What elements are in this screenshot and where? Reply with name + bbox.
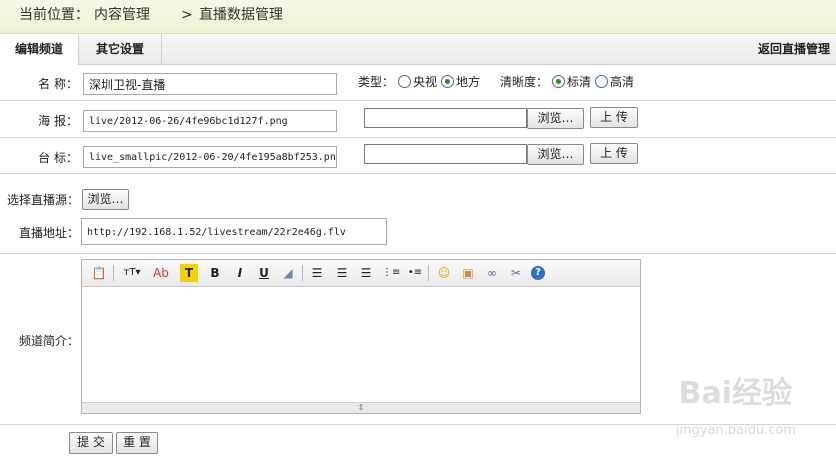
logo-path-field[interactable]: live_smallpic/2012-06-20/4fe195a8bf253.p…: [83, 146, 337, 168]
logo-label: 台 标：: [38, 151, 78, 165]
tab-other-settings[interactable]: 其它设置: [79, 34, 162, 64]
highlight-icon[interactable]: T: [180, 264, 198, 282]
type-radio-local[interactable]: [441, 75, 455, 88]
back-to-live-management-link[interactable]: 返回直播管理: [758, 34, 830, 64]
quality-radio-group: 清晰度： 标清 高清: [500, 73, 634, 90]
align-left-icon[interactable]: ☰: [308, 264, 326, 282]
name-label: 名 称：: [38, 77, 78, 91]
poster-label: 海 报：: [38, 114, 78, 128]
help-icon[interactable]: ?: [531, 266, 545, 280]
quality-option-hd: 高清: [610, 75, 635, 89]
emoticon-icon[interactable]: ☺: [435, 264, 453, 282]
poster-browse-button[interactable]: 浏览…: [527, 108, 584, 129]
underline-icon[interactable]: U: [255, 264, 273, 282]
poster-path-field[interactable]: live/2012-06-26/4fe96bc1d127f.png: [83, 110, 337, 132]
logo-file-input[interactable]: [364, 144, 527, 164]
breadcrumb-page: 直播数据管理: [199, 7, 283, 23]
eraser-icon[interactable]: ◢: [279, 264, 297, 282]
source-label: 选择直播源：: [6, 193, 79, 207]
logo-upload-button[interactable]: 上 传: [590, 143, 638, 164]
quality-option-sd: 标清: [567, 75, 592, 89]
url-label: 直播地址：: [18, 226, 79, 240]
link-icon[interactable]: ∞: [483, 264, 501, 282]
divider: [0, 253, 836, 254]
name-field[interactable]: 深圳卫视-直播: [83, 73, 337, 95]
source-browse-button[interactable]: 浏览…: [82, 189, 129, 210]
rich-text-editor[interactable]: 📋 тT▾ Ab T B I U ◢ ☰ ☰ ☰ ⋮≡ •≡ ☺ ▣ ∞ ✂ ?…: [81, 259, 641, 414]
type-option-cctv: 央视: [413, 75, 438, 89]
breadcrumb-section[interactable]: 内容管理: [94, 0, 150, 31]
breadcrumb: 当前位置： 内容管理 > 直播数据管理: [0, 0, 836, 34]
unlink-icon[interactable]: ✂: [507, 264, 525, 282]
watermark-url: jingyan.baidu.com: [676, 423, 796, 438]
type-option-local: 地方: [456, 75, 481, 89]
align-center-icon[interactable]: ☰: [333, 264, 351, 282]
divider: [0, 100, 836, 101]
quality-label: 清晰度：: [500, 75, 549, 89]
baidu-jingyan-watermark: Bai经验: [678, 376, 792, 411]
poster-file-input[interactable]: [364, 108, 527, 128]
font-size-icon[interactable]: тT▾: [120, 264, 144, 282]
stream-url-field[interactable]: http://192.168.1.52/livestream/22r2e46g.…: [81, 218, 387, 245]
editor-toolbar: 📋 тT▾ Ab T B I U ◢ ☰ ☰ ☰ ⋮≡ •≡ ☺ ▣ ∞ ✂ ?: [82, 260, 640, 287]
tab-edit-channel[interactable]: 编辑频道: [0, 34, 79, 65]
divider: [0, 137, 836, 138]
font-color-icon[interactable]: Ab: [152, 264, 170, 282]
ordered-list-icon[interactable]: ⋮≡: [382, 264, 400, 282]
separator: [113, 265, 114, 281]
editor-resize-handle[interactable]: ⇕: [82, 402, 640, 413]
intro-label: 频道简介：: [18, 334, 79, 348]
bold-icon[interactable]: B: [206, 264, 224, 282]
logo-browse-button[interactable]: 浏览…: [527, 144, 584, 165]
reset-button[interactable]: 重 置: [116, 432, 158, 454]
separator: [302, 265, 303, 281]
breadcrumb-prefix: 当前位置：: [19, 7, 89, 23]
type-label: 类型：: [358, 75, 395, 89]
tab-bar: 编辑频道 其它设置 返回直播管理: [0, 34, 836, 65]
align-right-icon[interactable]: ☰: [357, 264, 375, 282]
type-radio-cctv[interactable]: [398, 75, 412, 88]
separator: [428, 265, 429, 281]
breadcrumb-separator: >: [181, 7, 193, 23]
unordered-list-icon[interactable]: •≡: [406, 264, 424, 282]
poster-upload-button[interactable]: 上 传: [590, 107, 638, 128]
italic-icon[interactable]: I: [231, 264, 249, 282]
quality-radio-hd[interactable]: [595, 75, 609, 88]
paste-icon[interactable]: 📋: [90, 264, 108, 282]
quality-radio-sd[interactable]: [552, 75, 566, 88]
type-radio-group: 类型： 央视 地方: [358, 73, 480, 90]
divider: [0, 173, 836, 174]
submit-button[interactable]: 提 交: [69, 432, 113, 454]
image-icon[interactable]: ▣: [459, 264, 477, 282]
